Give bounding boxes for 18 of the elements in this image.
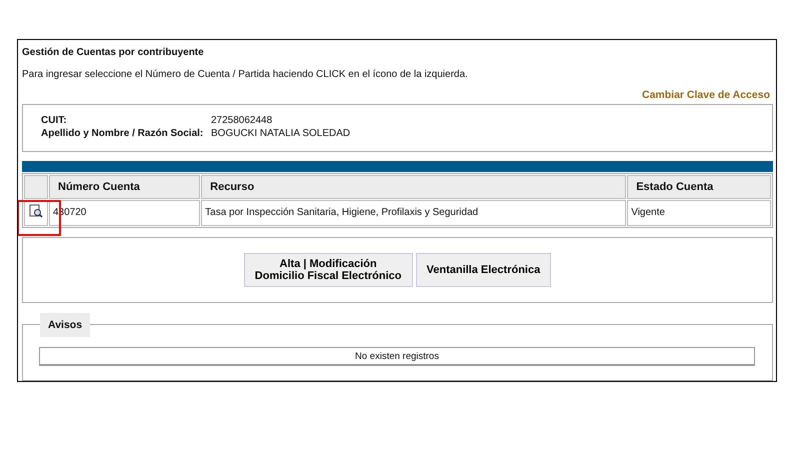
field-label: Apellido y Nombre / Razón Social: — [41, 128, 204, 139]
instruction-text: Para ingresar seleccione el Número de Cuenta / Partida haciendo CLICK en el ícono de la izquierda. — [22, 69, 468, 80]
column-header: Número Cuenta — [49, 174, 200, 199]
action-button[interactable]: Ventanilla Electrónica — [416, 252, 552, 287]
notices-legend: Avisos — [40, 312, 90, 337]
column-header: Estado Cuenta — [627, 174, 771, 199]
empty-message: No existen registros — [39, 346, 755, 366]
header-cell — [24, 174, 48, 199]
table-cell: Vigente — [627, 200, 771, 226]
field-value: BOGUCKI NATALIA SOLEDAD — [211, 128, 350, 139]
action-button[interactable]: Alta | Modificación Domicilio Fiscal Electrónico — [244, 252, 412, 287]
field-value: 27258062448 — [211, 115, 272, 126]
table-cell: Tasa por Inspección Sanitaria, Higiene, Profilaxis y Seguridad — [201, 200, 626, 226]
column-header: Recurso — [201, 174, 626, 199]
field-label: CUIT: — [41, 115, 67, 126]
change-password-link[interactable]: Cambiar Clave de Acceso — [642, 89, 770, 101]
page-title: Gestión de Cuentas por contribuyente — [22, 47, 204, 58]
view-icon[interactable] — [29, 204, 43, 218]
